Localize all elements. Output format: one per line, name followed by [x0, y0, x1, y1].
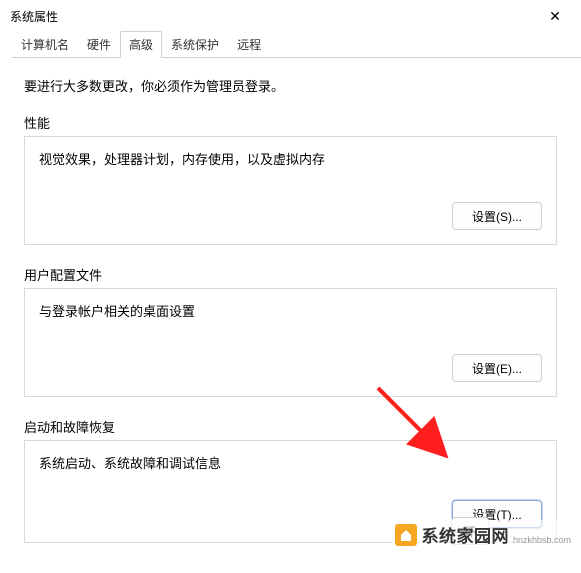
group-performance-desc: 视觉效果，处理器计划，内存使用，以及虚拟内存	[39, 149, 542, 168]
group-performance-box: 视觉效果，处理器计划，内存使用，以及虚拟内存 设置(S)...	[24, 136, 557, 245]
tab-advanced[interactable]: 高级	[120, 31, 162, 58]
group-startup-desc: 系统启动、系统故障和调试信息	[39, 453, 542, 472]
tab-remote[interactable]: 远程	[228, 31, 270, 58]
tab-strip: 计算机名 硬件 高级 系统保护 远程	[0, 32, 581, 58]
watermark-badge-icon	[395, 524, 417, 546]
group-performance-label: 性能	[24, 113, 557, 132]
tab-system-protection[interactable]: 系统保护	[162, 31, 228, 58]
watermark-sub: hnzkhbsb.com	[513, 535, 571, 545]
group-userprofile: 用户配置文件 与登录帐户相关的桌面设置 设置(E)...	[24, 265, 557, 397]
group-userprofile-label: 用户配置文件	[24, 265, 557, 284]
group-performance: 性能 视觉效果，处理器计划，内存使用，以及虚拟内存 设置(S)...	[24, 113, 557, 245]
window-title: 系统属性	[10, 8, 58, 25]
tab-hardware[interactable]: 硬件	[78, 31, 120, 58]
userprofile-settings-button[interactable]: 设置(E)...	[452, 354, 542, 382]
watermark-text: 系统家园网	[421, 522, 509, 547]
close-button[interactable]: ✕	[535, 2, 575, 30]
group-userprofile-box: 与登录帐户相关的桌面设置 设置(E)...	[24, 288, 557, 397]
close-icon: ✕	[549, 8, 561, 25]
admin-instruction: 要进行大多数更改，你必须作为管理员登录。	[24, 76, 557, 95]
tab-content-advanced: 要进行大多数更改，你必须作为管理员登录。 性能 视觉效果，处理器计划，内存使用，…	[0, 58, 581, 573]
group-userprofile-desc: 与登录帐户相关的桌面设置	[39, 301, 542, 320]
tab-computer-name[interactable]: 计算机名	[12, 31, 78, 58]
titlebar: 系统属性 ✕	[0, 0, 581, 32]
performance-settings-button[interactable]: 设置(S)...	[452, 202, 542, 230]
watermark: 系统家园网 hnzkhbsb.com	[391, 520, 575, 549]
group-startup-label: 启动和故障恢复	[24, 417, 557, 436]
